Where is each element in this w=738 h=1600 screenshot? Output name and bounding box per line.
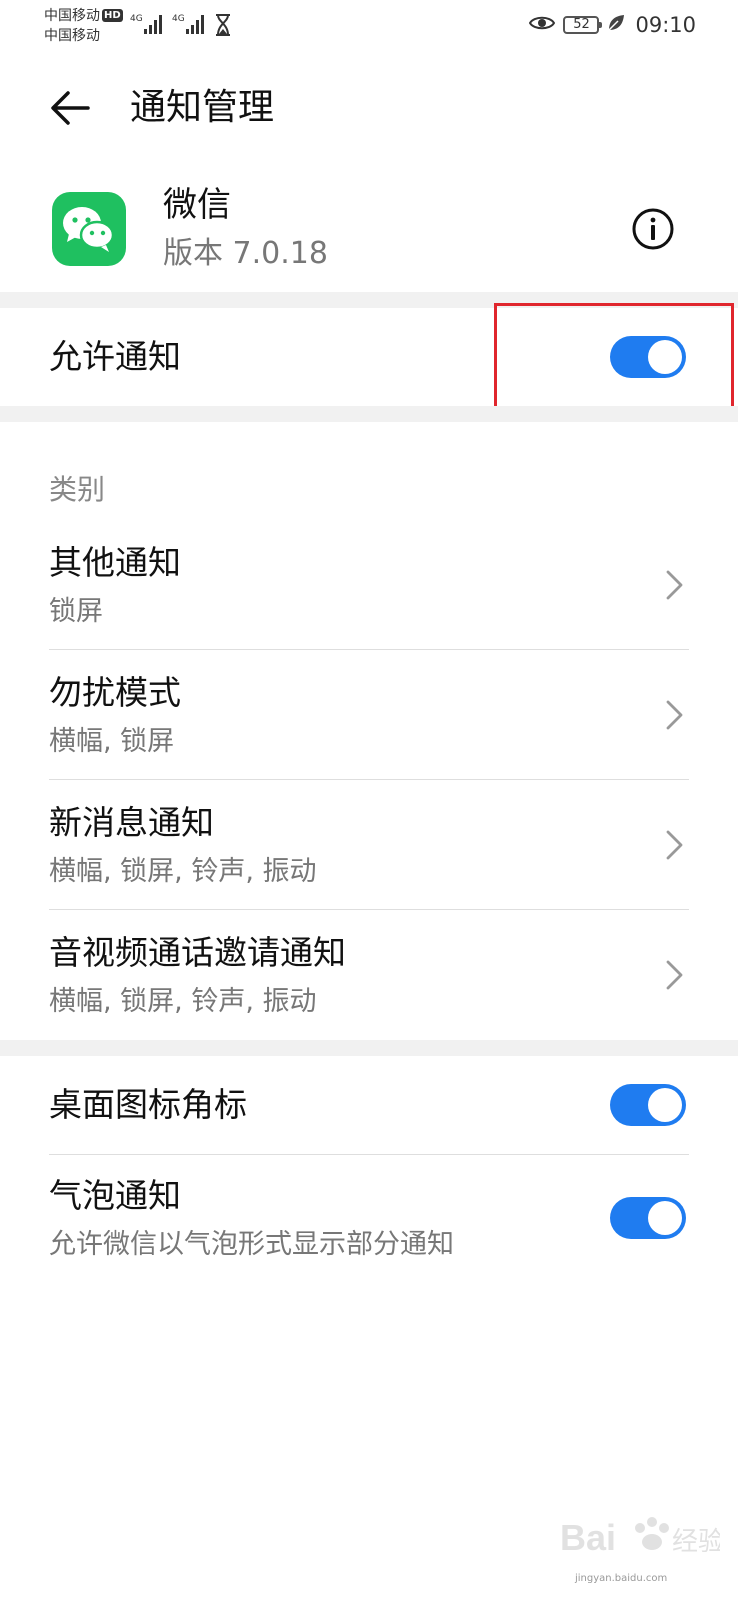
- status-bar: 中国移动 HD 中国移动 4G 4G 52 09:10: [0, 0, 738, 50]
- category-item-subtitle: 横幅, 锁屏: [49, 726, 175, 757]
- chevron-right-icon: [666, 960, 683, 990]
- category-item-other-notifications[interactable]: 其他通知 锁屏: [0, 520, 738, 650]
- category-item-call-invite[interactable]: 音视频通话邀请通知 横幅, 锁屏, 铃声, 振动: [0, 910, 738, 1040]
- leaf-icon: [607, 14, 625, 36]
- signal-1-label: 4G: [130, 14, 143, 24]
- switch-knob: [648, 1201, 682, 1235]
- signal-2-label: 4G: [172, 14, 185, 24]
- eye-icon: [529, 14, 556, 36]
- carrier-1-name: 中国移动: [44, 8, 100, 24]
- status-right: 52 09:10: [529, 10, 696, 40]
- watermark-url: jingyan.baidu.com: [575, 1573, 668, 1584]
- chevron-right-icon: [666, 570, 683, 600]
- category-item-do-not-disturb[interactable]: 勿扰模式 横幅, 锁屏: [0, 650, 738, 780]
- app-info-button[interactable]: [630, 206, 676, 252]
- bubble-notification-subtitle: 允许微信以气泡形式显示部分通知: [49, 1229, 454, 1260]
- signal-2-icon: 4G: [172, 12, 208, 36]
- signal-1-icon: 4G: [130, 12, 166, 36]
- app-badge-label: 桌面图标角标: [49, 1085, 247, 1124]
- app-info: 微信 版本 7.0.18: [0, 170, 738, 290]
- clock: 09:10: [635, 13, 696, 37]
- header: 通知管理: [0, 60, 738, 156]
- category-item-title: 新消息通知: [49, 803, 214, 842]
- category-item-new-message[interactable]: 新消息通知 横幅, 锁屏, 铃声, 振动: [0, 780, 738, 910]
- category-item-title: 音视频通话邀请通知: [49, 933, 346, 972]
- arrow-left-icon: [51, 91, 90, 125]
- app-badge-switch[interactable]: [610, 1084, 686, 1126]
- bubble-notification-switch[interactable]: [610, 1197, 686, 1239]
- category-item-subtitle: 横幅, 锁屏, 铃声, 振动: [49, 986, 317, 1017]
- category-item-title: 其他通知: [49, 543, 181, 582]
- hourglass-icon: [214, 14, 232, 36]
- chevron-right-icon: [666, 700, 683, 730]
- carrier-info: 中国移动 HD 中国移动: [44, 6, 123, 46]
- category-item-subtitle: 横幅, 锁屏, 铃声, 振动: [49, 856, 317, 887]
- category-section-label: 类别: [49, 473, 106, 506]
- svg-text:Bai: Bai: [560, 1517, 616, 1558]
- wechat-icon: [52, 192, 126, 266]
- info-circle-icon: [632, 208, 674, 250]
- category-item-title: 勿扰模式: [49, 673, 181, 712]
- baidu-watermark-logo: Bai 经验: [560, 1517, 720, 1558]
- battery-icon: 52: [563, 16, 603, 34]
- section-gap: [0, 1040, 738, 1056]
- bubble-notification-label: 气泡通知: [49, 1176, 181, 1215]
- bubble-notification-row[interactable]: 气泡通知 允许微信以气泡形式显示部分通知: [0, 1155, 738, 1285]
- svg-text:经验: 经验: [672, 1527, 720, 1557]
- app-badge-row[interactable]: 桌面图标角标: [0, 1056, 738, 1154]
- carrier-2-name: 中国移动: [44, 28, 100, 44]
- back-button[interactable]: [44, 82, 96, 134]
- chevron-right-icon: [666, 830, 683, 860]
- switch-knob: [648, 1088, 682, 1122]
- category-item-subtitle: 锁屏: [49, 596, 103, 627]
- app-name: 微信: [163, 185, 231, 225]
- highlight-annotation: [494, 303, 734, 417]
- page-title: 通知管理: [130, 87, 275, 128]
- allow-notifications-label: 允许通知: [49, 337, 181, 376]
- app-version: 版本 7.0.18: [163, 236, 328, 271]
- hd-badge: HD: [102, 9, 123, 22]
- section-gap: [0, 406, 738, 422]
